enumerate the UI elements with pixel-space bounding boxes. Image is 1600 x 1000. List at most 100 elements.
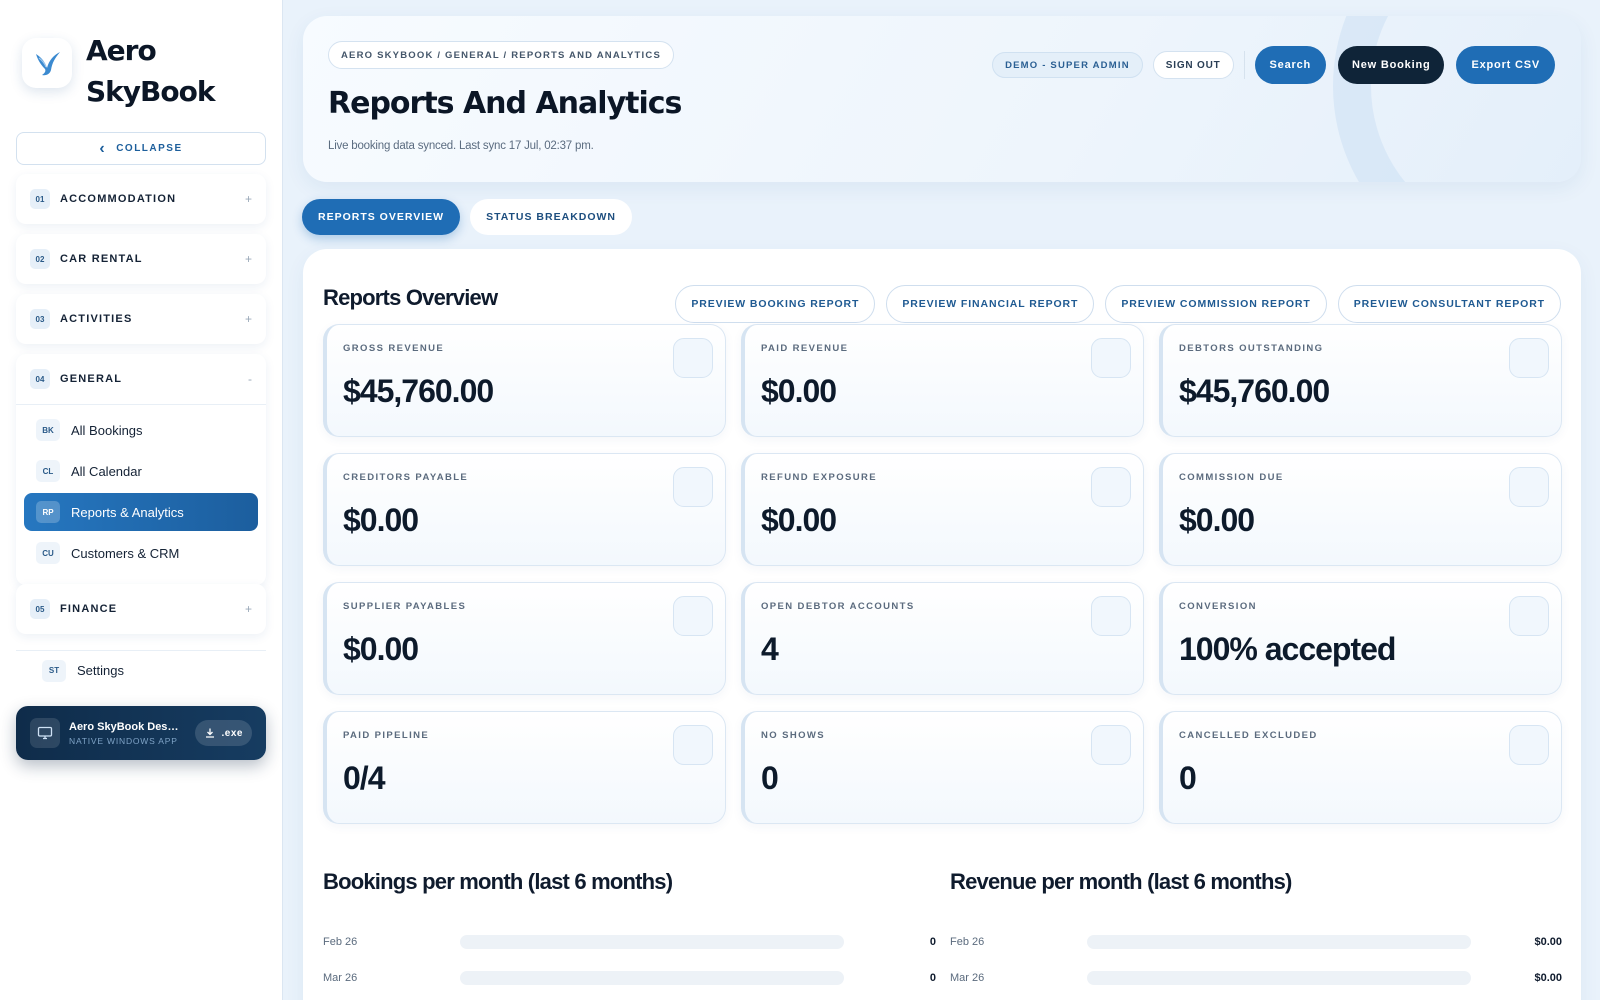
section-label: ACCOMMODATION (60, 193, 177, 205)
section-title: Reports Overview (323, 285, 498, 310)
tab-status-breakdown[interactable]: STATUS BREAKDOWN (470, 199, 633, 235)
stat-card: GROSS REVENUE $45,760.00 (323, 324, 726, 437)
download-exe-button[interactable]: .exe (194, 720, 252, 746)
revenue-bar-row: Mar 26 $0.00 (950, 969, 1562, 987)
stat-value: $45,760.00 (343, 373, 494, 409)
stat-card: CONVERSION 100% accepted (1159, 582, 1562, 695)
expand-icon[interactable]: + (245, 602, 252, 616)
bookings-chart-title: Bookings per month (last 6 months) (323, 869, 673, 894)
preview-consultant-report-button[interactable]: PREVIEW CONSULTANT REPORT (1337, 285, 1561, 323)
sidebar-section-general[interactable]: 04 GENERAL - BK All Bookings CL All Cale… (16, 354, 266, 585)
sidebar-item-settings[interactable]: ST Settings (16, 650, 266, 690)
tab-reports-overview[interactable]: REPORTS OVERVIEW (302, 199, 461, 235)
decorative-ring (1333, 16, 1581, 182)
sidebar-item-all-calendar[interactable]: CL All Calendar (24, 452, 258, 490)
stat-label: SUPPLIER PAYABLES (343, 601, 467, 612)
section-number: 03 (30, 309, 50, 329)
item-badge: CL (36, 460, 60, 482)
section-number: 01 (30, 189, 50, 209)
brand-name-line2: SkyBook (86, 75, 215, 108)
section-label: ACTIVITIES (60, 313, 133, 325)
stat-card: COMMISSION DUE $0.00 (1159, 453, 1562, 566)
stat-value: $45,760.00 (1179, 373, 1330, 409)
stat-label: GROSS REVENUE (343, 343, 445, 354)
sidebar-item-label: Settings (77, 663, 124, 678)
bar-track (1087, 935, 1471, 949)
sidebar-section-activities[interactable]: 03 ACTIVITIES + (16, 294, 266, 344)
section-number: 02 (30, 249, 50, 269)
role-badge: DEMO - SUPER ADMIN (992, 52, 1143, 78)
new-booking-button[interactable]: New Booking (1338, 46, 1445, 84)
report-tabs: REPORTS OVERVIEW STATUS BREAKDOWN (302, 199, 642, 235)
bookings-bar-row: Feb 26 0 (323, 933, 936, 951)
brand[interactable]: Aero SkyBook (22, 30, 215, 112)
stat-icon (1091, 338, 1131, 378)
bar-track (460, 971, 844, 985)
stat-label: REFUND EXPOSURE (761, 472, 878, 483)
preview-financial-report-button[interactable]: PREVIEW FINANCIAL REPORT (886, 285, 1095, 323)
item-badge: BK (36, 419, 60, 441)
page-header: AERO SKYBOOK / GENERAL / REPORTS AND ANA… (303, 16, 1581, 182)
sidebar-item-customers-crm[interactable]: CU Customers & CRM (24, 534, 258, 572)
sidebar-section-finance[interactable]: 05 FINANCE + (16, 584, 266, 634)
stat-card: DEBTORS OUTSTANDING $45,760.00 (1159, 324, 1562, 437)
stat-card: SUPPLIER PAYABLES $0.00 (323, 582, 726, 695)
sidebar-item-label: All Calendar (71, 463, 142, 479)
sync-status: Live booking data synced. Last sync 17 J… (328, 140, 594, 152)
stat-label: CREDITORS PAYABLE (343, 472, 469, 483)
collapse-label: COLLAPSE (116, 143, 183, 154)
section-label: FINANCE (60, 603, 118, 615)
download-label: .exe (221, 727, 243, 739)
preview-booking-report-button[interactable]: PREVIEW BOOKING REPORT (675, 285, 876, 323)
sidebar-item-all-bookings[interactable]: BK All Bookings (24, 411, 258, 449)
stat-icon (673, 596, 713, 636)
stat-icon (1509, 596, 1549, 636)
sidebar-item-reports-analytics[interactable]: RP Reports & Analytics (24, 493, 258, 531)
sidebar-section-car-rental[interactable]: 02 CAR RENTAL + (16, 234, 266, 284)
sidebar-section-accommodation[interactable]: 01 ACCOMMODATION + (16, 174, 266, 224)
stat-card: REFUND EXPOSURE $0.00 (741, 453, 1144, 566)
divider (1243, 51, 1245, 79)
stat-value: $0.00 (343, 502, 419, 538)
stat-value: 100% accepted (1179, 631, 1396, 667)
stat-value: 4 (761, 631, 779, 667)
sidebar: Aero SkyBook ‹ COLLAPSE 01 ACCOMMODATION… (0, 0, 283, 1000)
stat-icon (673, 467, 713, 507)
stat-label: PAID REVENUE (761, 343, 849, 354)
section-label: CAR RENTAL (60, 253, 143, 265)
expand-icon[interactable]: + (245, 312, 252, 326)
stat-icon (1091, 467, 1131, 507)
bar-month-label: Feb 26 (323, 936, 358, 948)
bird-logo-icon (22, 38, 72, 88)
stat-value: $0.00 (343, 631, 419, 667)
sign-out-button[interactable]: SIGN OUT (1152, 51, 1234, 79)
export-csv-button[interactable]: Export CSV (1456, 46, 1555, 84)
stat-value: 0 (1179, 760, 1197, 796)
stat-label: DEBTORS OUTSTANDING (1179, 343, 1324, 354)
stat-label: OPEN DEBTOR ACCOUNTS (761, 601, 915, 612)
search-button[interactable]: Search (1254, 46, 1327, 84)
bar-month-label: Mar 26 (950, 972, 985, 984)
stat-label: CONVERSION (1179, 601, 1257, 612)
stat-icon (1091, 596, 1131, 636)
item-badge: RP (36, 501, 60, 523)
breadcrumb[interactable]: AERO SKYBOOK / GENERAL / REPORTS AND ANA… (328, 41, 674, 69)
stat-icon (1509, 725, 1549, 765)
expand-icon[interactable]: + (245, 252, 252, 266)
revenue-chart-title: Revenue per month (last 6 months) (950, 869, 1292, 894)
preview-commission-report-button[interactable]: PREVIEW COMMISSION REPORT (1105, 285, 1327, 323)
desktop-app-card[interactable]: Aero SkyBook Desktop NATIVE WINDOWS APP … (16, 706, 266, 760)
expand-icon[interactable]: + (245, 192, 252, 206)
sidebar-item-label: Customers & CRM (71, 545, 180, 561)
stat-card: CANCELLED EXCLUDED 0 (1159, 711, 1562, 824)
sidebar-item-label: Reports & Analytics (71, 504, 184, 520)
stat-label: COMMISSION DUE (1179, 472, 1284, 483)
chevron-left-icon: ‹ (99, 139, 107, 157)
collapse-button[interactable]: ‹ COLLAPSE (16, 132, 266, 165)
monitor-icon (30, 718, 60, 748)
collapse-section-icon[interactable]: - (248, 372, 252, 386)
stat-label: NO SHOWS (761, 730, 825, 741)
item-badge: ST (42, 659, 66, 682)
stat-card: PAID PIPELINE 0/4 (323, 711, 726, 824)
bookings-bar-row: Mar 26 0 (323, 969, 936, 987)
